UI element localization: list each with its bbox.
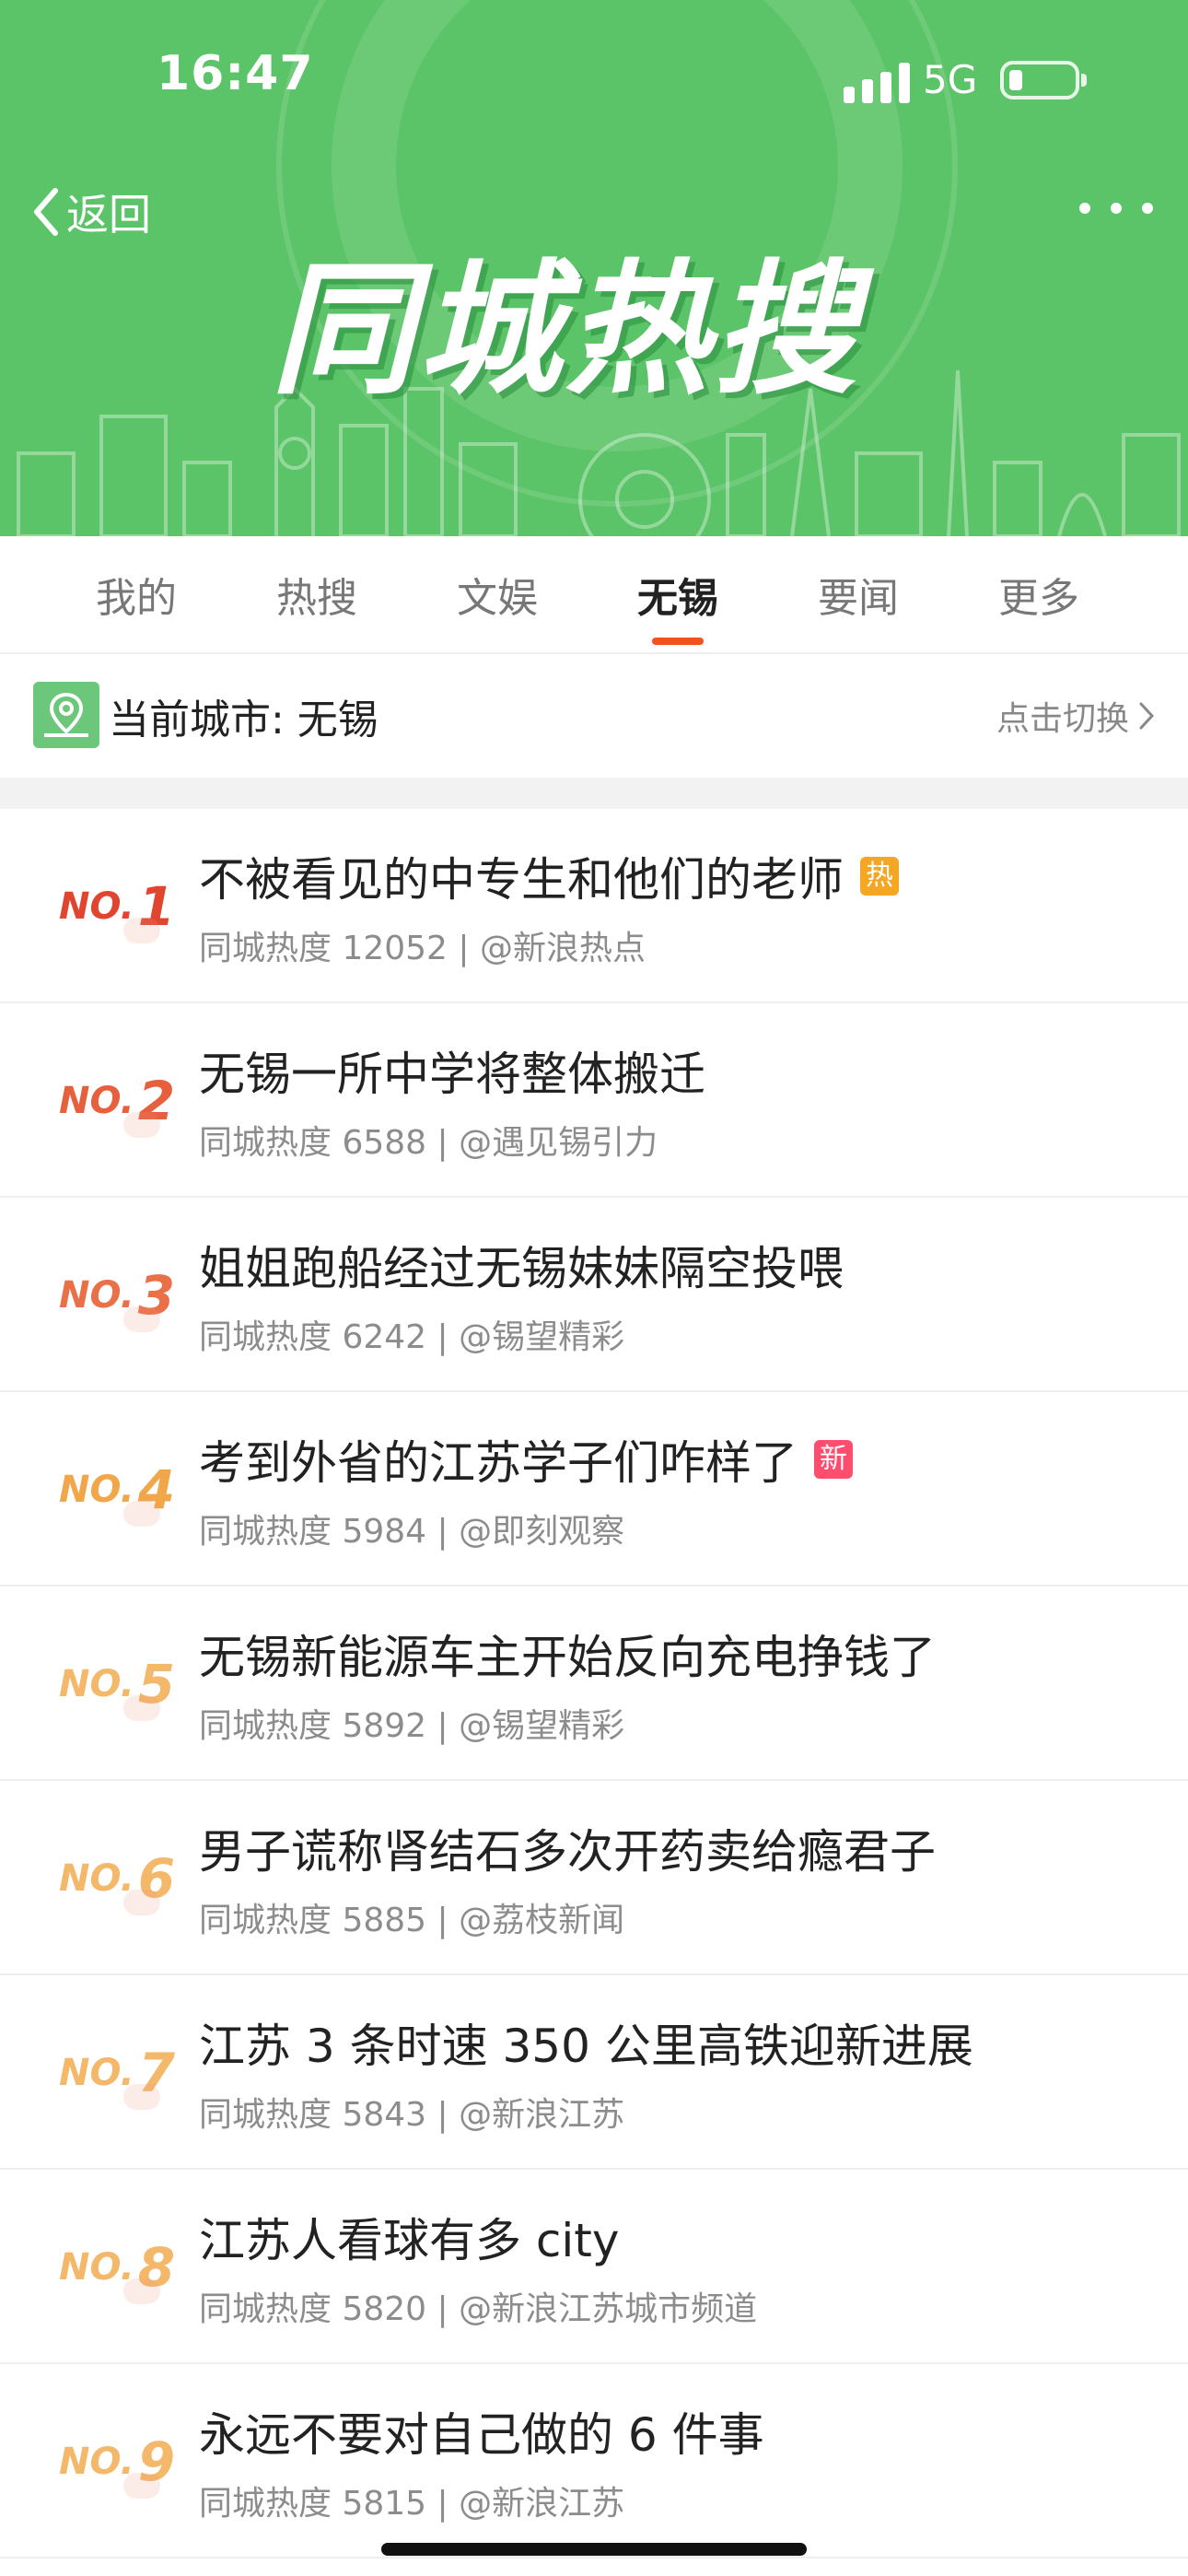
list-item[interactable]: NO. 1 不被看见的中专生和他们的老师热 同城热度 12052 | @新浪热点 [0,809,1188,1003]
rank-label: NO. 7 [59,1975,175,2170]
tab-mine[interactable]: 我的 [46,536,227,652]
rank-label: NO. 3 [59,1198,175,1392]
list-item[interactable]: NO. 2 无锡一所中学将整体搬迁 同城热度 6588 | @遇见锡引力 [0,1003,1188,1198]
section-divider [0,778,1188,809]
current-city-label: 当前城市: 无锡 [109,697,379,744]
item-meta: 同城热度 5892 | @锡望精彩 [199,1707,625,1745]
list-item[interactable]: NO. 6 男子谎称肾结石多次开药卖给瘾君子 同城热度 5885 | @荔枝新闻 [0,1781,1188,1975]
tab-hot-search[interactable]: 热搜 [227,536,407,652]
banner-title: 同城热搜 [271,246,860,414]
current-city-bar[interactable]: 当前城市: 无锡 点击切换 [0,654,1188,778]
hot-badge: 热 [860,857,899,896]
item-meta: 同城热度 5815 | @新浪江苏 [199,2485,625,2523]
network-type: 5G [923,57,978,102]
list-item[interactable]: NO. 4 考到外省的江苏学子们咋样了新 同城热度 5984 | @即刻观察 [0,1392,1188,1587]
rank-label: NO. 2 [59,1003,175,1198]
new-badge: 新 [814,1440,853,1479]
status-bar: 16:47 5G [0,0,1188,157]
more-options-icon[interactable] [1079,188,1153,228]
rank-label: NO. 4 [59,1392,175,1587]
item-title: 永远不要对自己做的 6 件事 [199,2408,764,2462]
home-indicator[interactable] [381,2543,807,2556]
item-meta: 同城热度 5820 | @新浪江苏城市频道 [199,2290,758,2328]
hot-search-list: NO. 1 不被看见的中专生和他们的老师热 同城热度 12052 | @新浪热点 … [0,809,1188,2558]
item-meta: 同城热度 5843 | @新浪江苏 [199,2096,625,2134]
switch-city-label: 点击切换 [996,700,1129,738]
item-title: 江苏 3 条时速 350 公里高铁迎新进展 [199,2020,973,2073]
list-item[interactable]: NO. 7 江苏 3 条时速 350 公里高铁迎新进展 同城热度 5843 | @… [0,1975,1188,2170]
switch-city-button[interactable]: 点击切换 [996,654,1155,778]
location-map-icon [33,682,99,748]
item-meta: 同城热度 5984 | @即刻观察 [199,1513,625,1551]
status-time: 16:47 [157,46,314,101]
tab-wuxi[interactable]: 无锡 [588,536,768,652]
item-title: 男子谎称肾结石多次开药卖给瘾君子 [199,1825,936,1879]
rank-label: NO. 6 [59,1781,175,1975]
tab-news[interactable]: 要闻 [768,536,949,652]
item-title: 不被看见的中专生和他们的老师热 [199,844,899,908]
item-meta: 同城热度 12052 | @新浪热点 [199,930,646,967]
chevron-right-icon [1139,702,1155,730]
item-title: 考到外省的江苏学子们咋样了新 [199,1427,853,1492]
list-item[interactable]: NO. 3 姐姐跑船经过无锡妹妹隔空投喂 同城热度 6242 | @锡望精彩 [0,1198,1188,1392]
rank-label: NO. 1 [59,809,175,1003]
signal-icon [844,63,910,103]
item-title: 江苏人看球有多 city [199,2214,620,2267]
list-item[interactable]: NO. 9 永远不要对自己做的 6 件事 同城热度 5815 | @新浪江苏 [0,2364,1188,2558]
category-tabs: 我的 热搜 文娱 无锡 要闻 更多 [0,536,1188,654]
chevron-left-icon [34,188,58,236]
tab-more[interactable]: 更多 [949,536,1129,652]
battery-icon [1000,61,1087,100]
rank-label: NO. 9 [59,2364,175,2558]
item-title: 无锡新能源车主开始反向充电挣钱了 [199,1631,936,1684]
item-title: 姐姐跑船经过无锡妹妹隔空投喂 [199,1242,844,1295]
list-item[interactable]: NO. 8 江苏人看球有多 city 同城热度 5820 | @新浪江苏城市频道 [0,2170,1188,2364]
item-meta: 同城热度 5885 | @荔枝新闻 [199,1902,625,1939]
list-item[interactable]: NO. 5 无锡新能源车主开始反向充电挣钱了 同城热度 5892 | @锡望精彩 [0,1587,1188,1781]
item-meta: 同城热度 6588 | @遇见锡引力 [199,1124,658,1162]
rank-label: NO. 8 [59,2170,175,2364]
back-button[interactable]: 返回 [31,175,151,249]
tab-entertainment[interactable]: 文娱 [407,536,588,652]
rank-label: NO. 5 [59,1587,175,1781]
item-title: 无锡一所中学将整体搬迁 [199,1048,705,1101]
banner-header: 16:47 5G 返回 同城热搜 [0,0,1188,536]
item-meta: 同城热度 6242 | @锡望精彩 [199,1318,625,1356]
back-label: 返回 [66,190,151,240]
